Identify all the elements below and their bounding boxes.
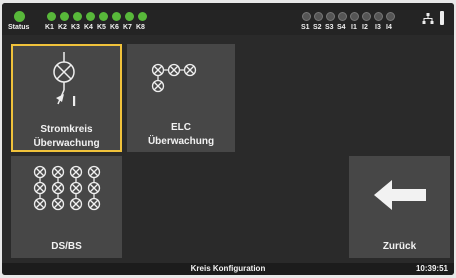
lamp-matrix-icon: [33, 165, 101, 211]
input-indicator-i1: [350, 12, 359, 21]
relay-label-k2: K2: [58, 24, 67, 31]
ds-bs-label: DS/BS: [51, 241, 82, 252]
relay-indicator-k8: [138, 12, 147, 21]
bottom-bar: Kreis Konfiguration 10:39:51: [2, 263, 454, 275]
stromkreis-label-line2: Überwachung: [33, 138, 100, 149]
elc-label-line1: ELC: [171, 122, 191, 133]
relay-indicator-k7: [125, 12, 134, 21]
relay-label-k4: K4: [84, 24, 93, 31]
status-bar: Status K1 K2 K3 K4 K5 K6 K7 K8 S1 S2 S3 …: [2, 3, 454, 35]
svg-text:I: I: [72, 93, 76, 110]
input-indicator-s1: [302, 12, 311, 21]
circuit-measure-icon: I: [53, 52, 76, 110]
input-indicator-s2: [314, 12, 323, 21]
clock: 10:39:51: [415, 264, 448, 273]
relay-indicator-k4: [86, 12, 95, 21]
input-label-s3: S3: [325, 24, 334, 31]
relay-label-k6: K6: [110, 24, 119, 31]
stromkreis-ueberwachung-tile[interactable]: I Stromkreis Überwachung: [11, 44, 122, 152]
relay-indicator-k6: [112, 12, 121, 21]
input-label-i3: I3: [375, 24, 381, 31]
screen-title: Kreis Konfiguration: [190, 264, 266, 273]
network-icon: [422, 13, 434, 24]
input-indicator-i3: [374, 12, 383, 21]
relay-indicator-k3: [73, 12, 82, 21]
zurueck-button[interactable]: Zurück: [349, 156, 450, 258]
input-indicator-i4: [386, 12, 395, 21]
input-label-i4: I4: [386, 24, 392, 31]
relay-label-k8: K8: [136, 24, 145, 31]
lamp-group-icon: [151, 63, 197, 93]
relay-label-k3: K3: [71, 24, 80, 31]
input-indicator-s3: [326, 12, 335, 21]
relay-indicator-k5: [99, 12, 108, 21]
status-indicator: [14, 11, 25, 22]
arrow-left-icon: [374, 180, 426, 210]
elc-ueberwachung-tile[interactable]: ELC Überwachung: [127, 44, 235, 152]
device-screen: Status K1 K2 K3 K4 K5 K6 K7 K8 S1 S2 S3 …: [2, 3, 454, 275]
input-label-s1: S1: [301, 24, 310, 31]
elc-label-line2: Überwachung: [147, 136, 215, 147]
input-label-i2: I2: [362, 24, 368, 31]
relay-label-k5: K5: [97, 24, 106, 31]
input-label-s4: S4: [337, 24, 346, 31]
input-indicator-i2: [362, 12, 371, 21]
input-indicator-s4: [338, 12, 347, 21]
ds-bs-tile[interactable]: DS/BS: [11, 156, 122, 258]
relay-indicator-k2: [60, 12, 69, 21]
relay-label-k7: K7: [123, 24, 132, 31]
status-label: Status: [8, 24, 30, 31]
input-label-s2: S2: [313, 24, 322, 31]
stromkreis-label-line1: Stromkreis: [40, 124, 93, 135]
input-label-i1: I1: [351, 24, 357, 31]
zurueck-label: Zurück: [382, 241, 417, 252]
signal-icon: [440, 11, 444, 25]
relay-indicator-k1: [47, 12, 56, 21]
relay-label-k1: K1: [45, 24, 54, 31]
